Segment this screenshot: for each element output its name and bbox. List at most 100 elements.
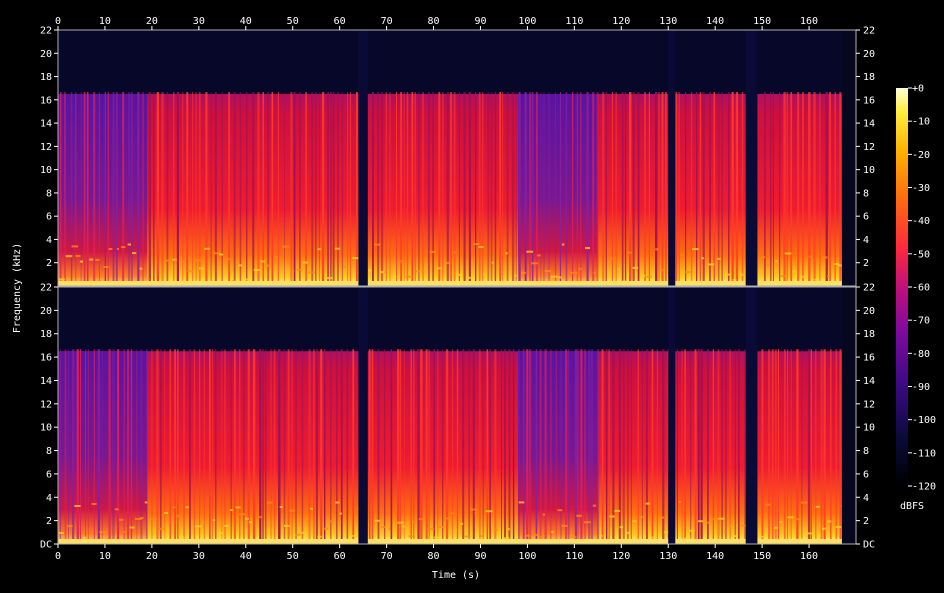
harmonic-hotspot (352, 534, 360, 537)
colorbar-tick-label: -90 (912, 382, 930, 393)
harmonic-hotspot (329, 520, 334, 523)
transient-streak (291, 349, 293, 545)
harmonic-hotspot (129, 526, 135, 529)
transient-streak (284, 92, 285, 286)
transient-streak (783, 92, 786, 286)
x-tick-label: 140 (706, 551, 724, 562)
harmonic-hotspot (99, 531, 106, 534)
harmonic-hotspot (253, 269, 261, 271)
x-tick-label: 120 (612, 16, 630, 27)
transient-streak (548, 92, 550, 286)
transient-streak (540, 92, 542, 286)
transient-streak (515, 92, 517, 286)
harmonic-hotspot (301, 531, 305, 534)
harmonic-hotspot (739, 273, 744, 276)
harmonic-hotspot (199, 267, 205, 270)
transient-streak (450, 92, 452, 286)
transient-streak (72, 349, 75, 545)
transient-streak (463, 92, 466, 286)
harmonic-hotspot (619, 526, 624, 529)
harmonic-hotspot (108, 248, 113, 250)
harmonic-hotspot (287, 262, 290, 265)
transient-streak (146, 349, 148, 545)
transient-streak (681, 349, 683, 545)
transient-streak (341, 92, 344, 286)
transient-streak (273, 349, 276, 545)
harmonic-hotspot (808, 255, 813, 258)
x-tick-label: 10 (99, 551, 111, 562)
transient-streak (406, 92, 409, 286)
harmonic-hotspot (217, 532, 223, 535)
transient-streak (112, 349, 115, 545)
harmonic-hotspot (158, 527, 165, 530)
transient-streak (127, 92, 131, 286)
transient-streak (221, 349, 223, 545)
transient-streak (64, 349, 67, 545)
transient-streak (641, 349, 643, 545)
x-tick-label: 30 (193, 551, 205, 562)
transient-streak (565, 349, 568, 545)
y-tick-label: 4 (863, 493, 869, 504)
transient-streak (252, 92, 255, 286)
y-tick-label: 2 (46, 258, 52, 269)
harmonic-hotspot (550, 275, 558, 278)
silent-gap (358, 30, 368, 286)
y-tick-label: 12 (40, 399, 52, 410)
harmonic-hotspot (827, 275, 830, 278)
x-tick-label: 160 (800, 551, 818, 562)
harmonic-hotspot (265, 264, 271, 267)
y-tick-label: 20 (863, 306, 875, 317)
colorbar-tick-label: -70 (912, 316, 930, 327)
harmonic-hotspot (457, 273, 462, 276)
transient-streak (112, 92, 115, 286)
transient-streak (212, 349, 213, 545)
y-tick-label: 12 (863, 399, 875, 410)
harmonic-hotspot (103, 266, 109, 268)
harmonic-hotspot (95, 258, 100, 261)
colorbar-tick-label: -120 (912, 482, 936, 493)
transient-streak (87, 349, 89, 545)
transient-streak (85, 349, 86, 545)
transient-streak (428, 349, 430, 545)
transient-streak (648, 92, 650, 286)
harmonic-hotspot (625, 531, 630, 534)
harmonic-hotspot (557, 509, 563, 512)
transient-streak (126, 349, 130, 545)
transient-streak (117, 349, 120, 545)
harmonic-hotspot (58, 278, 65, 281)
harmonic-hotspot (609, 515, 615, 518)
x-tick-label: 150 (753, 16, 771, 27)
transient-streak (299, 92, 301, 286)
harmonic-hotspot (514, 274, 517, 277)
transient-streak (735, 92, 739, 286)
transient-streak (632, 92, 635, 286)
harmonic-hotspot (814, 278, 820, 281)
harmonic-hotspot (187, 270, 194, 273)
transient-streak (611, 92, 613, 286)
harmonic-hotspot (343, 266, 348, 268)
transient-streak (797, 92, 800, 286)
harmonic-hotspot (500, 273, 504, 275)
transient-streak (482, 349, 484, 545)
harmonic-hotspot (838, 264, 843, 267)
harmonic-hotspot (185, 506, 189, 509)
y-tick-label: 16 (863, 95, 875, 106)
harmonic-hotspot (235, 506, 241, 509)
transient-streak (645, 349, 648, 545)
transient-streak (445, 349, 449, 545)
transient-streak (265, 349, 267, 545)
transient-streak (267, 92, 270, 286)
harmonic-hotspot (127, 243, 131, 246)
transient-streak (655, 92, 658, 286)
transient-streak (115, 92, 118, 286)
y-tick-label: 16 (40, 353, 52, 364)
harmonic-hotspot (698, 520, 703, 523)
transient-streak (59, 92, 62, 286)
harmonic-hotspot (352, 257, 360, 260)
transient-streak (586, 92, 589, 286)
harmonic-hotspot (74, 505, 81, 507)
transient-streak (508, 349, 511, 545)
harmonic-hotspot (427, 527, 434, 530)
transient-streak (433, 349, 436, 545)
transient-streak (173, 92, 175, 286)
